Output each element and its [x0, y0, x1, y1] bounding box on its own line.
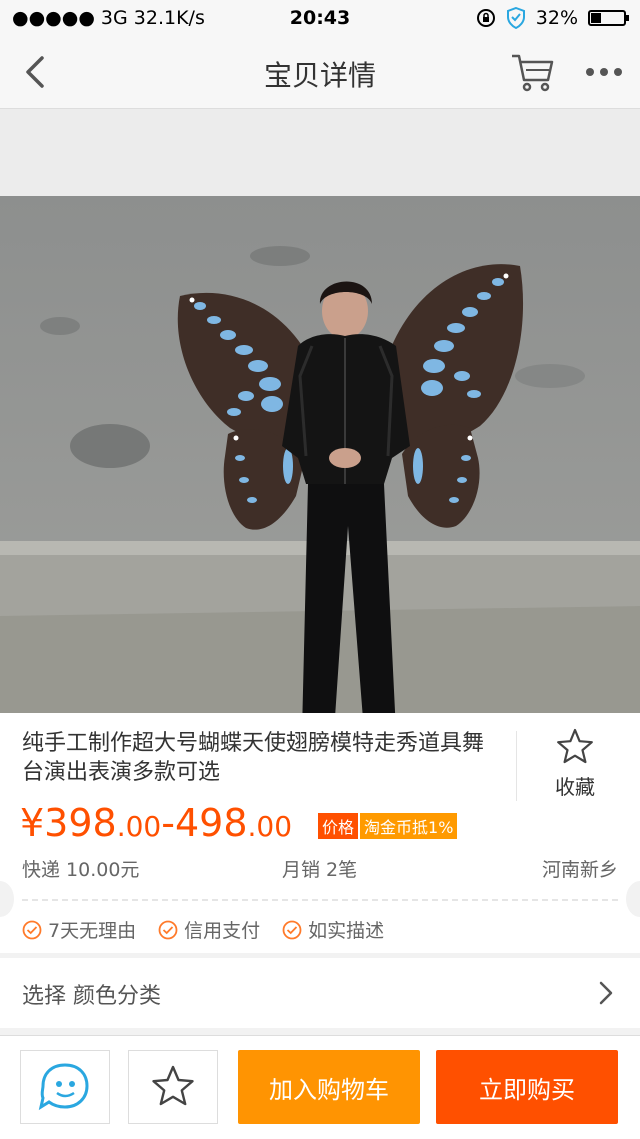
check-circle-icon [282, 920, 302, 939]
location: 河南新乡 [541, 859, 618, 881]
nav-bar: 宝贝详情 [0, 36, 640, 109]
rotation-lock-icon [476, 9, 495, 27]
monthly-sales: 月销 2笔 [282, 859, 358, 881]
product-photo[interactable] [0, 196, 640, 732]
product-title: 纯手工制作超大号蝴蝶天使翅膀模特走秀道具舞台演出表演多款可选 [22, 731, 485, 785]
favorite-label: 收藏 [555, 775, 595, 799]
buy-now-button[interactable]: 立即购买 [436, 1050, 618, 1124]
favorite-button[interactable]: 收藏 [530, 727, 620, 800]
status-bar: ●●●●● 3G 32.1K/s 20:43 32% [0, 0, 640, 36]
shipping-fee: 快递 10.00元 [22, 859, 140, 881]
cart-icon[interactable] [510, 50, 556, 94]
price-low-dec: .00 [116, 810, 162, 843]
check-circle-icon [22, 920, 42, 939]
product-info: 纯手工制作超大号蝴蝶天使翅膀模特走秀道具舞台演出表演多款可选 收藏 ¥398.0… [0, 713, 640, 953]
star-icon [152, 1065, 194, 1106]
divider [516, 731, 517, 801]
price-high-int: 498 [174, 801, 248, 845]
star-icon [557, 728, 593, 764]
shield-icon [506, 7, 525, 29]
bottom-action-bar: 加入购物车 立即购买 [0, 1035, 640, 1139]
price-tag: 价格 [318, 813, 359, 839]
battery-fill [591, 13, 602, 23]
service-label: 7天无理由 [48, 920, 137, 942]
sku-selector-label: 选择 颜色分类 [22, 984, 161, 1009]
service-item: 信用支付 [158, 916, 260, 943]
price-high-dec: .00 [247, 810, 293, 843]
notch-right [626, 881, 640, 917]
status-right: 32% [476, 7, 629, 29]
price-range: ¥398.00-498.00 [20, 801, 292, 845]
battery-icon [588, 10, 629, 26]
chevron-right-icon [599, 981, 613, 1005]
service-label: 如实描述 [308, 920, 385, 942]
customer-service-button[interactable] [20, 1050, 110, 1124]
coin-tag: 淘金币抵1% [360, 813, 458, 839]
price-tags: 价格 淘金币抵1% [318, 813, 458, 839]
battery-percent: 32% [535, 7, 578, 29]
price-low-int: ¥398 [20, 801, 117, 845]
chat-bubble-icon [38, 1063, 89, 1111]
dashed-divider [22, 899, 618, 901]
service-item: 如实描述 [282, 916, 384, 943]
notch-left [0, 881, 14, 917]
check-circle-icon [158, 920, 178, 939]
service-list[interactable]: 7天无理由 信用支付 如实描述 [22, 916, 384, 943]
price-sep: - [161, 801, 175, 845]
sku-selector[interactable]: 选择 颜色分类 [0, 958, 640, 1028]
add-to-cart-button[interactable]: 加入购物车 [238, 1050, 420, 1124]
image-gallery[interactable] [0, 109, 640, 789]
more-icon[interactable] [582, 56, 626, 88]
favorite-star-button[interactable] [128, 1050, 218, 1124]
service-label: 信用支付 [184, 920, 261, 942]
service-item: 7天无理由 [22, 916, 136, 943]
